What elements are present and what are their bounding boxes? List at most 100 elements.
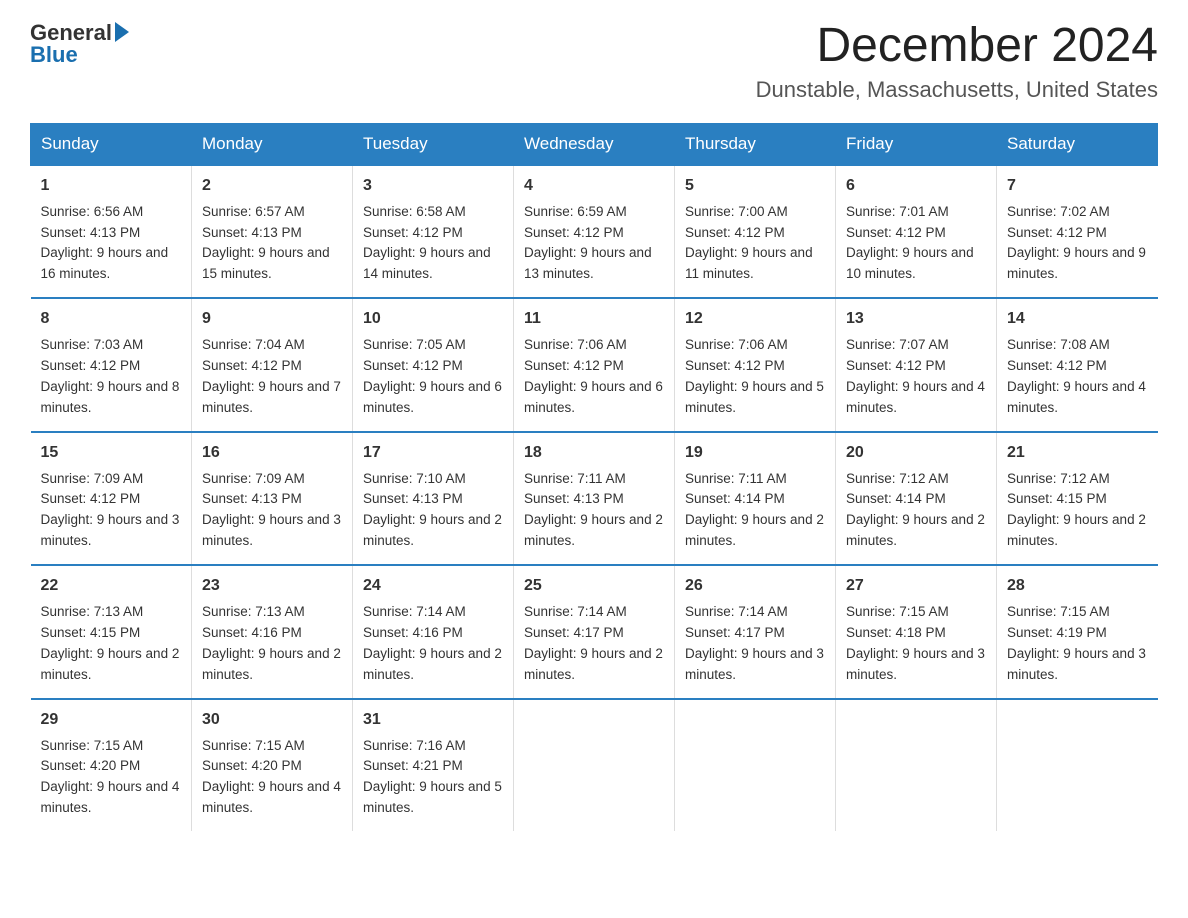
cell-info: Sunrise: 7:12 AMSunset: 4:15 PMDaylight:… [1007, 471, 1146, 549]
calendar-cell: 26 Sunrise: 7:14 AMSunset: 4:17 PMDayligh… [675, 565, 836, 698]
day-number: 12 [685, 307, 825, 332]
cell-info: Sunrise: 7:08 AMSunset: 4:12 PMDaylight:… [1007, 337, 1146, 415]
cell-info: Sunrise: 7:14 AMSunset: 4:16 PMDaylight:… [363, 604, 502, 682]
day-number: 27 [846, 574, 986, 599]
day-number: 22 [41, 574, 182, 599]
calendar-cell: 30 Sunrise: 7:15 AMSunset: 4:20 PMDayligh… [192, 699, 353, 831]
calendar-cell: 14Sunrise: 7:08 AMSunset: 4:12 PMDayligh… [997, 298, 1158, 431]
day-number: 13 [846, 307, 986, 332]
calendar-body: 1Sunrise: 6:56 AMSunset: 4:13 PMDaylight… [31, 165, 1158, 831]
calendar-cell: 3Sunrise: 6:58 AMSunset: 4:12 PMDaylight… [353, 165, 514, 298]
cell-info: Sunrise: 7:07 AMSunset: 4:12 PMDaylight:… [846, 337, 985, 415]
calendar-cell: 6Sunrise: 7:01 AMSunset: 4:12 PMDaylight… [836, 165, 997, 298]
calendar-cell: 31 Sunrise: 7:16 AMSunset: 4:21 PMDayligh… [353, 699, 514, 831]
header-day-saturday: Saturday [997, 123, 1158, 165]
day-number: 29 [41, 708, 182, 733]
logo-blue: Blue [30, 42, 78, 68]
calendar-cell: 29Sunrise: 7:15 AMSunset: 4:20 PMDayligh… [31, 699, 192, 831]
cell-info: Sunrise: 7:04 AMSunset: 4:12 PMDaylight:… [202, 337, 341, 415]
header-day-monday: Monday [192, 123, 353, 165]
day-number: 20 [846, 441, 986, 466]
day-number: 7 [1007, 174, 1148, 199]
calendar-cell: 21 Sunrise: 7:12 AMSunset: 4:15 PMDayligh… [997, 432, 1158, 565]
cell-info: Sunrise: 6:58 AMSunset: 4:12 PMDaylight:… [363, 204, 491, 282]
month-title: December 2024 [756, 20, 1158, 73]
cell-info: Sunrise: 7:12 AMSunset: 4:14 PMDaylight:… [846, 471, 985, 549]
logo-arrow-icon [115, 22, 129, 42]
cell-info: Sunrise: 7:14 AMSunset: 4:17 PMDaylight:… [524, 604, 663, 682]
calendar-header: SundayMondayTuesdayWednesdayThursdayFrid… [31, 123, 1158, 165]
day-number: 2 [202, 174, 342, 199]
header-day-wednesday: Wednesday [514, 123, 675, 165]
calendar-cell [836, 699, 997, 831]
cell-info: Sunrise: 7:01 AMSunset: 4:12 PMDaylight:… [846, 204, 974, 282]
cell-info: Sunrise: 7:16 AMSunset: 4:21 PMDaylight:… [363, 738, 502, 816]
day-number: 26 [685, 574, 825, 599]
day-number: 24 [363, 574, 503, 599]
cell-info: Sunrise: 7:15 AMSunset: 4:20 PMDaylight:… [202, 738, 341, 816]
calendar-cell: 16Sunrise: 7:09 AMSunset: 4:13 PMDayligh… [192, 432, 353, 565]
calendar-cell: 20 Sunrise: 7:12 AMSunset: 4:14 PMDayligh… [836, 432, 997, 565]
calendar-cell: 11 Sunrise: 7:06 AMSunset: 4:12 PMDayligh… [514, 298, 675, 431]
cell-info: Sunrise: 7:06 AMSunset: 4:12 PMDaylight:… [685, 337, 824, 415]
cell-info: Sunrise: 6:59 AMSunset: 4:12 PMDaylight:… [524, 204, 652, 282]
day-number: 17 [363, 441, 503, 466]
cell-info: Sunrise: 6:56 AMSunset: 4:13 PMDaylight:… [41, 204, 169, 282]
day-number: 5 [685, 174, 825, 199]
cell-info: Sunrise: 7:11 AMSunset: 4:14 PMDaylight:… [685, 471, 824, 549]
calendar-cell: 22Sunrise: 7:13 AMSunset: 4:15 PMDayligh… [31, 565, 192, 698]
calendar-cell: 17 Sunrise: 7:10 AMSunset: 4:13 PMDayligh… [353, 432, 514, 565]
header-day-tuesday: Tuesday [353, 123, 514, 165]
calendar-cell: 9 Sunrise: 7:04 AMSunset: 4:12 PMDaylight… [192, 298, 353, 431]
logo: General Blue [30, 20, 129, 68]
calendar-cell: 28 Sunrise: 7:15 AMSunset: 4:19 PMDayligh… [997, 565, 1158, 698]
cell-info: Sunrise: 7:05 AMSunset: 4:12 PMDaylight:… [363, 337, 502, 415]
calendar-cell: 15 Sunrise: 7:09 AMSunset: 4:12 PMDayligh… [31, 432, 192, 565]
calendar-cell: 13 Sunrise: 7:07 AMSunset: 4:12 PMDayligh… [836, 298, 997, 431]
cell-info: Sunrise: 7:03 AMSunset: 4:12 PMDaylight:… [41, 337, 180, 415]
cell-info: Sunrise: 7:00 AMSunset: 4:12 PMDaylight:… [685, 204, 813, 282]
calendar-cell: 5 Sunrise: 7:00 AMSunset: 4:12 PMDaylight… [675, 165, 836, 298]
calendar-cell: 25Sunrise: 7:14 AMSunset: 4:17 PMDayligh… [514, 565, 675, 698]
cell-info: Sunrise: 7:13 AMSunset: 4:16 PMDaylight:… [202, 604, 341, 682]
cell-info: Sunrise: 6:57 AMSunset: 4:13 PMDaylight:… [202, 204, 330, 282]
calendar-cell [514, 699, 675, 831]
location-title: Dunstable, Massachusetts, United States [756, 77, 1158, 103]
cell-info: Sunrise: 7:02 AMSunset: 4:12 PMDaylight:… [1007, 204, 1146, 282]
calendar-cell: 8Sunrise: 7:03 AMSunset: 4:12 PMDaylight… [31, 298, 192, 431]
day-number: 10 [363, 307, 503, 332]
calendar-cell: 1Sunrise: 6:56 AMSunset: 4:13 PMDaylight… [31, 165, 192, 298]
calendar-cell: 10 Sunrise: 7:05 AMSunset: 4:12 PMDayligh… [353, 298, 514, 431]
cell-info: Sunrise: 7:14 AMSunset: 4:17 PMDaylight:… [685, 604, 824, 682]
calendar-cell: 7 Sunrise: 7:02 AMSunset: 4:12 PMDaylight… [997, 165, 1158, 298]
week-row-3: 15 Sunrise: 7:09 AMSunset: 4:12 PMDayligh… [31, 432, 1158, 565]
day-number: 15 [41, 441, 182, 466]
day-number: 18 [524, 441, 664, 466]
day-number: 30 [202, 708, 342, 733]
calendar-cell: 12 Sunrise: 7:06 AMSunset: 4:12 PMDayligh… [675, 298, 836, 431]
page-header: General Blue December 2024 Dunstable, Ma… [30, 20, 1158, 103]
calendar-cell: 24 Sunrise: 7:14 AMSunset: 4:16 PMDayligh… [353, 565, 514, 698]
day-number: 28 [1007, 574, 1148, 599]
day-number: 21 [1007, 441, 1148, 466]
header-row: SundayMondayTuesdayWednesdayThursdayFrid… [31, 123, 1158, 165]
cell-info: Sunrise: 7:06 AMSunset: 4:12 PMDaylight:… [524, 337, 663, 415]
title-area: December 2024 Dunstable, Massachusetts, … [756, 20, 1158, 103]
calendar-table: SundayMondayTuesdayWednesdayThursdayFrid… [30, 123, 1158, 831]
week-row-4: 22Sunrise: 7:13 AMSunset: 4:15 PMDayligh… [31, 565, 1158, 698]
day-number: 31 [363, 708, 503, 733]
cell-info: Sunrise: 7:10 AMSunset: 4:13 PMDaylight:… [363, 471, 502, 549]
calendar-cell: 23Sunrise: 7:13 AMSunset: 4:16 PMDayligh… [192, 565, 353, 698]
calendar-cell: 18 Sunrise: 7:11 AMSunset: 4:13 PMDayligh… [514, 432, 675, 565]
week-row-2: 8Sunrise: 7:03 AMSunset: 4:12 PMDaylight… [31, 298, 1158, 431]
day-number: 9 [202, 307, 342, 332]
cell-info: Sunrise: 7:11 AMSunset: 4:13 PMDaylight:… [524, 471, 663, 549]
day-number: 11 [524, 307, 664, 332]
cell-info: Sunrise: 7:15 AMSunset: 4:19 PMDaylight:… [1007, 604, 1146, 682]
cell-info: Sunrise: 7:09 AMSunset: 4:12 PMDaylight:… [41, 471, 180, 549]
header-day-sunday: Sunday [31, 123, 192, 165]
header-day-thursday: Thursday [675, 123, 836, 165]
calendar-cell: 2 Sunrise: 6:57 AMSunset: 4:13 PMDaylight… [192, 165, 353, 298]
cell-info: Sunrise: 7:15 AMSunset: 4:18 PMDaylight:… [846, 604, 985, 682]
day-number: 4 [524, 174, 664, 199]
